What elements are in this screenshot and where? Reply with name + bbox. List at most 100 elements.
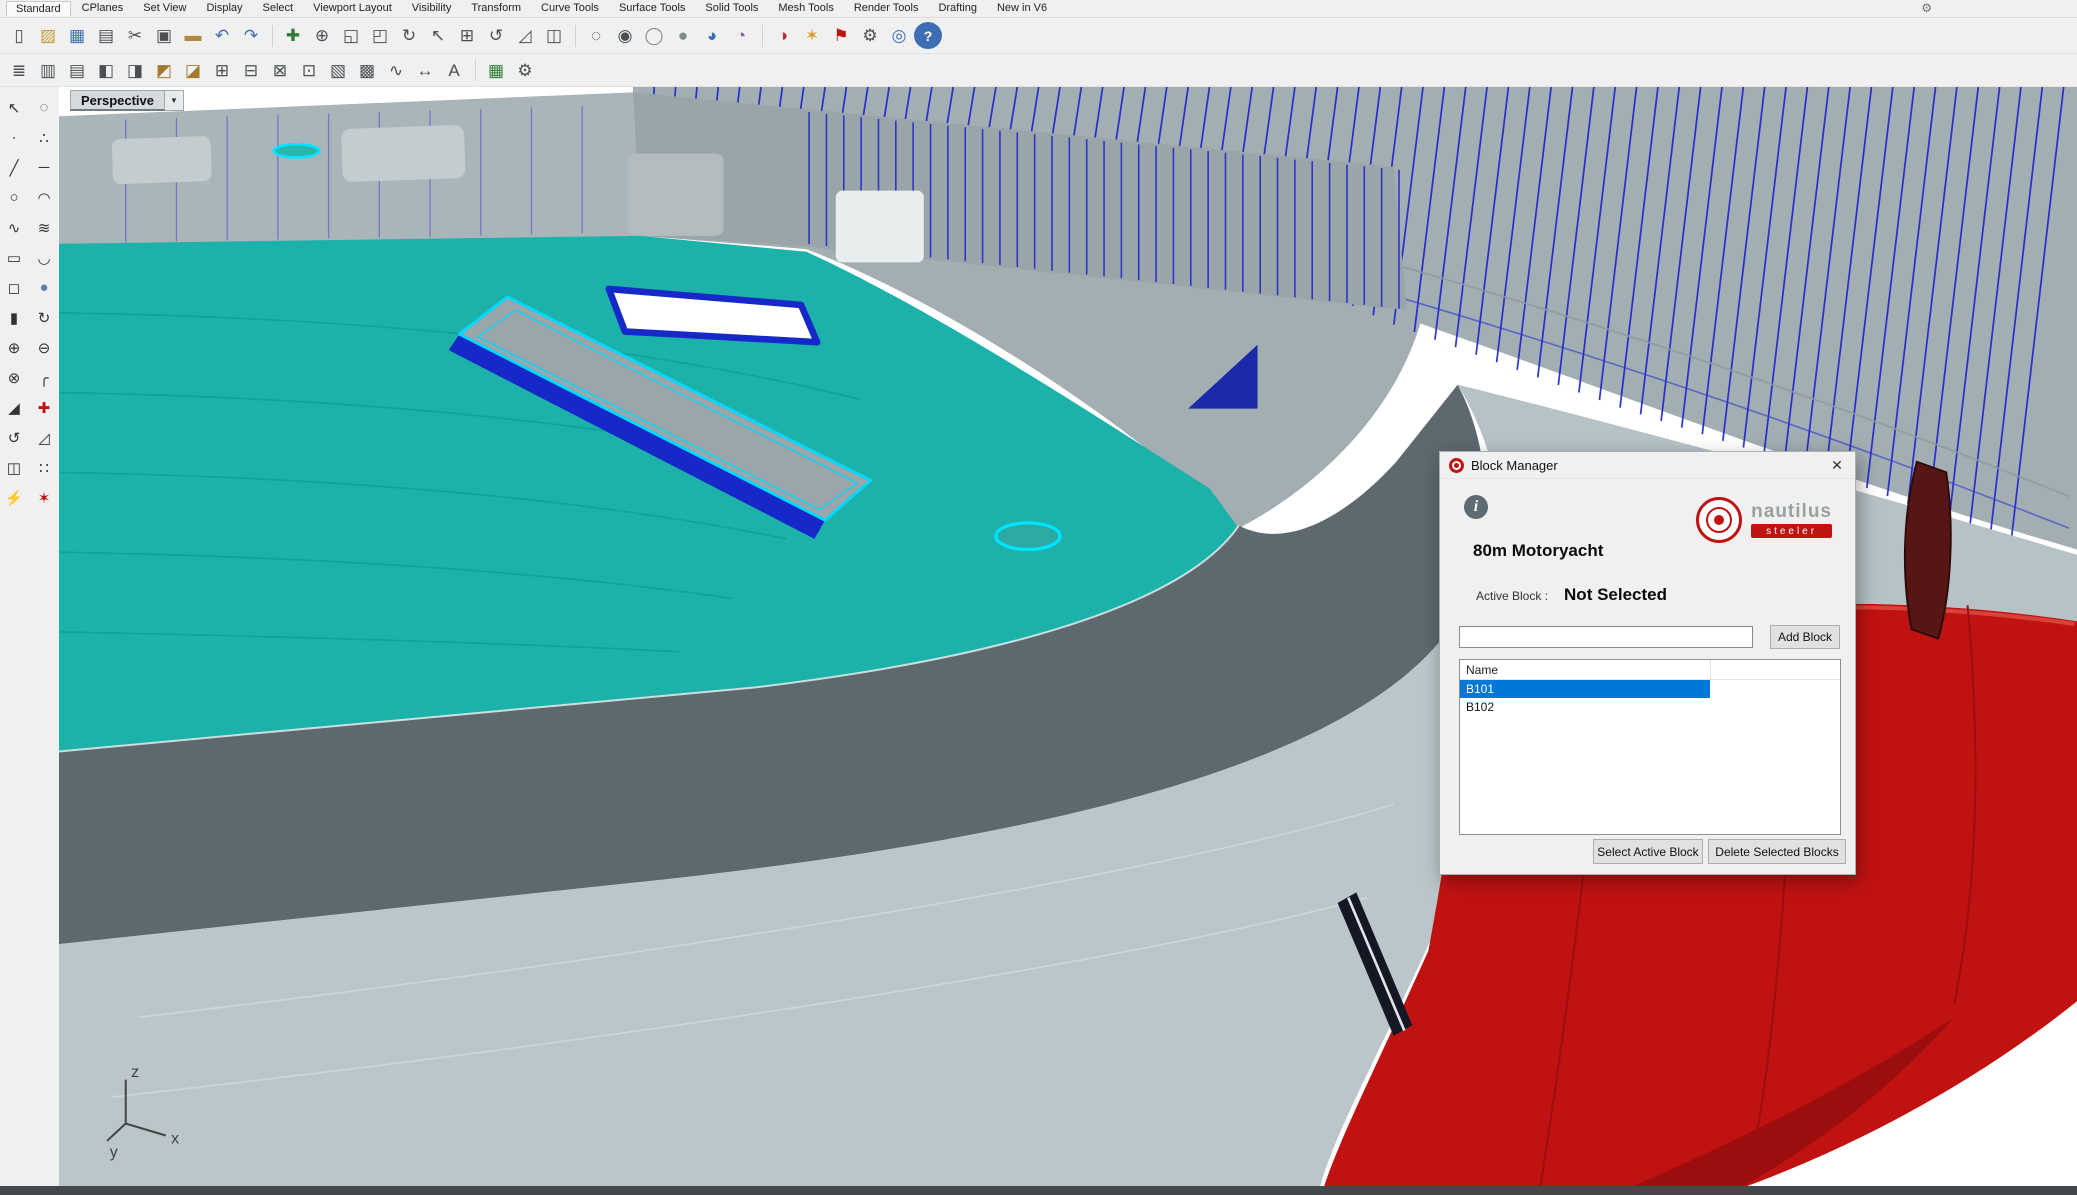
new-file-icon[interactable]: ▯ [5, 22, 33, 49]
menu-tab-new-in-v6[interactable]: New in V6 [988, 1, 1056, 16]
text-annotation-icon[interactable]: A [440, 57, 468, 84]
pointer-icon[interactable]: ↖ [2, 95, 27, 120]
menu-gear-icon[interactable]: ⚙ [1921, 1, 1932, 15]
chamfer-corner-icon[interactable]: ◢ [2, 395, 27, 420]
menu-tab-visibility[interactable]: Visibility [403, 1, 461, 16]
viewport-tab-label[interactable]: Perspective [70, 90, 165, 111]
fillet-curves-icon[interactable]: ╭ [32, 365, 57, 390]
rendered-display-icon[interactable]: ◕ [698, 22, 726, 49]
paste-icon[interactable]: ▬ [179, 22, 207, 49]
close-icon[interactable]: ✕ [1819, 452, 1855, 478]
boolean-union-icon[interactable]: ⊕ [2, 335, 27, 360]
print-icon[interactable]: ▤ [92, 22, 120, 49]
create-block-icon[interactable]: ⊠ [266, 57, 294, 84]
extrude-surface-icon[interactable]: ▮ [2, 305, 27, 330]
ungroup-objects-icon[interactable]: ⊟ [237, 57, 265, 84]
block-list[interactable]: Name B101B102 [1459, 659, 1841, 835]
layers-panel-icon[interactable]: ≣ [5, 57, 33, 84]
worksession-table-icon[interactable]: ▦ [482, 57, 510, 84]
rotate-icon[interactable]: ↺ [482, 22, 510, 49]
scale-icon[interactable]: ◿ [511, 22, 539, 49]
lasso-select-icon[interactable]: ◌ [32, 95, 57, 120]
hide-layer-icon[interactable]: ◧ [92, 57, 120, 84]
delete-selected-blocks-button[interactable]: Delete Selected Blocks [1708, 839, 1846, 864]
mirror-object-icon[interactable]: ◫ [2, 455, 27, 480]
control-point-curve-icon[interactable]: ∿ [2, 215, 27, 240]
zoom-extents-icon[interactable]: ◰ [366, 22, 394, 49]
surface-loft-icon[interactable]: ◡ [32, 245, 57, 270]
menu-tab-select[interactable]: Select [254, 1, 303, 16]
menu-tab-curve-tools[interactable]: Curve Tools [532, 1, 608, 16]
layer-state-icon[interactable]: ▥ [34, 57, 62, 84]
save-file-icon[interactable]: ▦ [63, 22, 91, 49]
object-properties-icon[interactable]: ▤ [63, 57, 91, 84]
multiple-points-icon[interactable]: ∴ [32, 125, 57, 150]
copy-icon[interactable]: ▣ [150, 22, 178, 49]
menu-tab-cplanes[interactable]: CPlanes [73, 1, 133, 16]
hatch-icon[interactable]: ▧ [324, 57, 352, 84]
dialog-titlebar[interactable]: Block Manager ✕ [1440, 452, 1855, 479]
polyline-icon[interactable]: ╱ [2, 155, 27, 180]
redo-icon[interactable]: ↷ [237, 22, 265, 49]
show-layer-icon[interactable]: ◨ [121, 57, 149, 84]
zoom-window-icon[interactable]: ◱ [337, 22, 365, 49]
block-list-item-b102[interactable]: B102 [1460, 698, 1840, 716]
insert-block-icon[interactable]: ⊡ [295, 57, 323, 84]
move-object-icon[interactable]: ✚ [32, 395, 57, 420]
shaded-display-icon[interactable]: ● [669, 22, 697, 49]
select-active-block-button[interactable]: Select Active Block [1593, 839, 1703, 864]
single-point-icon[interactable]: ∙ [2, 125, 27, 150]
dimension-icon[interactable]: ↔ [411, 57, 439, 84]
solid-box-icon[interactable]: ◻ [2, 275, 27, 300]
viewport-tab[interactable]: Perspective ▼ [70, 90, 184, 111]
menu-tab-solid-tools[interactable]: Solid Tools [696, 1, 767, 16]
rotate-view-icon[interactable]: ↻ [395, 22, 423, 49]
hide-object-icon[interactable]: ◌ [582, 22, 610, 49]
viewport-tab-chevron-down-icon[interactable]: ▼ [165, 90, 184, 111]
curvature-analysis-icon[interactable]: ∿ [382, 57, 410, 84]
earth-anchor-icon[interactable]: ◎ [885, 22, 913, 49]
document-settings-gear-icon[interactable]: ⚙ [511, 57, 539, 84]
block-name-input[interactable] [1459, 626, 1753, 648]
interpolate-curve-icon[interactable]: ≋ [32, 215, 57, 240]
boolean-difference-icon[interactable]: ⊖ [32, 335, 57, 360]
tools-gear-icon[interactable]: ⚙ [856, 22, 884, 49]
curve-boolean-icon[interactable]: ⚡ [2, 485, 27, 510]
menu-tab-surface-tools[interactable]: Surface Tools [610, 1, 694, 16]
undo-icon[interactable]: ↶ [208, 22, 236, 49]
flag-icon[interactable]: ⚑ [827, 22, 855, 49]
area-analysis-icon[interactable]: ▩ [353, 57, 381, 84]
move-icon[interactable]: ↖ [424, 22, 452, 49]
help-icon[interactable]: ? [914, 22, 942, 49]
ghosted-display-icon[interactable]: ◔ [727, 22, 755, 49]
explode-objects-icon[interactable]: ✶ [32, 485, 57, 510]
menu-tab-transform[interactable]: Transform [462, 1, 530, 16]
block-list-item-b101[interactable]: B101 [1460, 680, 1710, 698]
group-objects-icon[interactable]: ⊞ [208, 57, 236, 84]
add-block-button[interactable]: Add Block [1770, 625, 1840, 649]
copy-object-icon[interactable]: ⊞ [453, 22, 481, 49]
show-object-icon[interactable]: ◉ [611, 22, 639, 49]
wireframe-display-icon[interactable]: ◯ [640, 22, 668, 49]
menu-tab-standard[interactable]: Standard [6, 1, 71, 16]
boolean-intersection-icon[interactable]: ⊗ [2, 365, 27, 390]
menu-tab-viewport-layout[interactable]: Viewport Layout [304, 1, 401, 16]
menu-tab-render-tools[interactable]: Render Tools [845, 1, 928, 16]
surface-plane-icon[interactable]: ▭ [2, 245, 27, 270]
circle-icon[interactable]: ○ [2, 185, 27, 210]
open-file-icon[interactable]: ▨ [34, 22, 62, 49]
array-objects-icon[interactable]: ∷ [32, 455, 57, 480]
unlock-objects-icon[interactable]: ◪ [179, 57, 207, 84]
line-segment-icon[interactable]: ─ [32, 155, 57, 180]
scale-object-icon[interactable]: ◿ [32, 425, 57, 450]
cut-icon[interactable]: ✂ [121, 22, 149, 49]
pan-view-icon[interactable]: ✚ [279, 22, 307, 49]
solid-sphere-icon[interactable]: ● [32, 275, 57, 300]
menu-tab-drafting[interactable]: Drafting [929, 1, 986, 16]
revolve-icon[interactable]: ↻ [32, 305, 57, 330]
rotate-object-icon[interactable]: ↺ [2, 425, 27, 450]
lock-objects-icon[interactable]: ◩ [150, 57, 178, 84]
render-icon[interactable]: ◑ [769, 22, 797, 49]
sun-study-icon[interactable]: ✶ [798, 22, 826, 49]
mirror-icon[interactable]: ◫ [540, 22, 568, 49]
